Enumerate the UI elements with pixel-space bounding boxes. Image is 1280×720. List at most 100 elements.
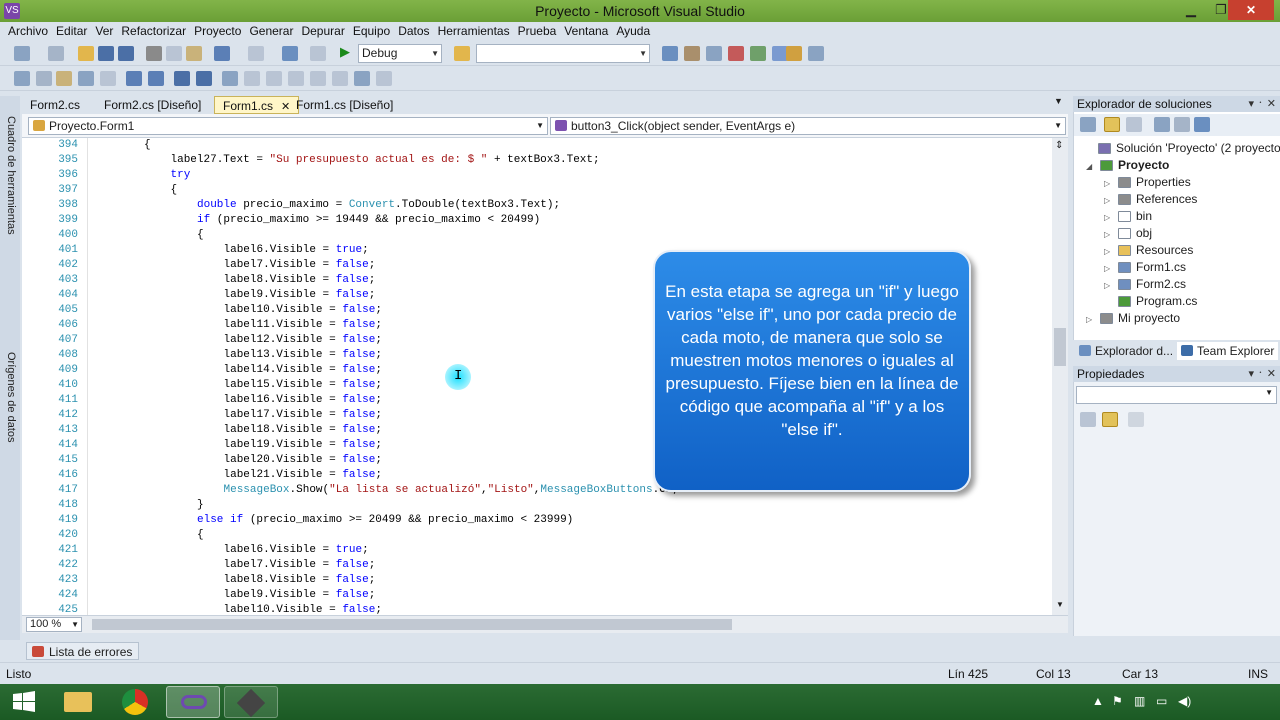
solution-tree-item[interactable]: ▷ Properties (1074, 174, 1279, 191)
class-combo[interactable]: Proyecto.Form1 ▼ (28, 117, 548, 135)
scroll-down-icon[interactable]: ▼ (1056, 600, 1064, 609)
navigate-forward-icon[interactable] (310, 46, 326, 61)
object-members-icon[interactable] (14, 71, 30, 86)
layout-icon[interactable] (808, 46, 824, 61)
solution-tree-item[interactable]: ▷ References (1074, 191, 1279, 208)
team-explorer-tab[interactable]: Team Explorer (1177, 342, 1279, 360)
find-combo[interactable]: ▼ (476, 44, 650, 63)
tree-expander-icon[interactable]: ▷ (1104, 175, 1110, 192)
word-completion-icon[interactable] (78, 71, 94, 86)
horizontal-scroll-thumb[interactable] (92, 619, 732, 630)
menu-item[interactable]: Archivo (4, 22, 52, 41)
editor-tab[interactable]: Form2.cs (22, 96, 88, 114)
clear-bookmarks-icon[interactable] (376, 71, 392, 86)
datasources-tab[interactable]: Orígenes de datos (3, 352, 17, 443)
solution-config-select[interactable]: Debug ▼ (358, 44, 442, 63)
collapse-all-icon[interactable] (1154, 117, 1170, 132)
comment-lines-icon[interactable] (174, 71, 190, 86)
toolbox-tab[interactable]: Cuadro de herramientas (3, 116, 17, 235)
menu-item[interactable]: Ventana (560, 22, 612, 41)
error-list-tab[interactable]: Lista de errores (26, 642, 140, 660)
tray-flag-icon[interactable]: ⚑ (1112, 694, 1123, 708)
tree-expander-icon[interactable]: ▷ (1104, 260, 1110, 277)
solution-tree-item[interactable]: ▷ bin (1074, 208, 1279, 225)
member-combo[interactable]: button3_Click(object sender, EventArgs e… (550, 117, 1066, 135)
tree-expander-icon[interactable]: ▷ (1104, 209, 1110, 226)
menu-item[interactable]: Generar (245, 22, 297, 41)
complete-word-icon[interactable] (100, 71, 116, 86)
menu-item[interactable]: Proyecto (190, 22, 245, 41)
panel-pin-icons[interactable]: ▾ ᛫ ✕ (1249, 96, 1276, 112)
tree-expander-icon[interactable]: ▷ (1086, 311, 1092, 328)
bookmark-icon[interactable] (222, 71, 238, 86)
parameter-info-icon[interactable] (36, 71, 52, 86)
preview-icon[interactable] (1194, 117, 1210, 132)
solution-tree-item[interactable]: ▷ Resources (1074, 242, 1279, 259)
solution-tree-item[interactable]: ▷ Form2.cs (1074, 276, 1279, 293)
editor-tab[interactable]: Form2.cs [Diseño] (96, 96, 209, 114)
menu-item[interactable]: Editar (52, 22, 91, 41)
solution-explorer-tab[interactable]: Explorador d... (1075, 342, 1177, 360)
menu-item[interactable]: Herramientas (434, 22, 514, 41)
next-bookmark-folder-icon[interactable] (310, 71, 326, 86)
solution-tree-item[interactable]: ▷ obj (1074, 225, 1279, 242)
tree-expander-icon[interactable]: ◢ (1086, 158, 1092, 175)
open-folder-icon[interactable] (78, 46, 94, 61)
panel-pin-icons[interactable]: ▾ ᛫ ✕ (1249, 366, 1276, 382)
property-pages-icon[interactable] (1128, 412, 1144, 427)
toolbox-icon[interactable] (728, 46, 744, 61)
tree-expander-icon[interactable]: ▷ (1104, 192, 1110, 209)
new-project-icon[interactable] (14, 46, 30, 61)
vertical-scroll-thumb[interactable] (1054, 328, 1066, 366)
object-browser-icon[interactable] (706, 46, 722, 61)
menu-item[interactable]: Refactorizar (117, 22, 190, 41)
editor-tab[interactable]: Form1.cs [Diseño] (288, 96, 401, 114)
properties-window-icon[interactable] (684, 46, 700, 61)
redo-icon[interactable] (248, 46, 264, 61)
team-icon[interactable] (786, 46, 802, 61)
find-in-files-icon[interactable] (454, 46, 470, 61)
solution-tree-item[interactable]: Solución 'Proyecto' (2 proyectos) (1074, 140, 1280, 157)
tray-network-icon[interactable]: ▥ (1134, 694, 1145, 708)
editor-tab[interactable]: Form1.cs ✕ (214, 96, 300, 114)
split-icon[interactable]: ⇕ (1055, 140, 1063, 151)
tray-battery-icon[interactable]: ▭ (1156, 694, 1167, 708)
tray-volume-icon[interactable]: ◀) (1178, 694, 1191, 708)
menu-item[interactable]: Prueba (514, 22, 561, 41)
zoom-select[interactable]: 100 % ▼ (26, 617, 82, 632)
categorized-icon[interactable] (1080, 412, 1096, 427)
extension-manager-icon[interactable] (750, 46, 766, 61)
undo-icon[interactable] (214, 46, 230, 61)
solution-tree-item[interactable]: ◢ Proyecto (1074, 157, 1279, 174)
tree-expander-icon[interactable]: ▷ (1104, 226, 1110, 243)
visual-studio-taskbar-icon[interactable] (166, 686, 220, 718)
decrease-indent-icon[interactable] (126, 71, 142, 86)
properties-object-select[interactable]: ▼ (1076, 386, 1277, 404)
menu-item[interactable]: Ver (91, 22, 117, 41)
minimize-button[interactable]: ▁ (1176, 0, 1206, 20)
copy-icon[interactable] (166, 46, 182, 61)
properties-icon[interactable] (1174, 117, 1190, 132)
file-explorer-icon[interactable] (52, 686, 106, 718)
windows-start-icon[interactable] (4, 686, 44, 718)
cut-icon[interactable] (146, 46, 162, 61)
chrome-icon[interactable] (110, 686, 164, 718)
navigate-back-icon[interactable] (282, 46, 298, 61)
vertical-scrollbar[interactable]: ⇕ ▼ (1052, 138, 1068, 615)
increase-indent-icon[interactable] (148, 71, 164, 86)
paste-icon[interactable] (186, 46, 202, 61)
horizontal-scrollbar[interactable]: 100 % ▼ (22, 615, 1068, 633)
save-all-icon[interactable] (118, 46, 134, 61)
show-all-files-icon[interactable] (1104, 117, 1120, 132)
tree-expander-icon[interactable]: ▷ (1104, 243, 1110, 260)
quick-info-icon[interactable] (56, 71, 72, 86)
close-button[interactable]: ✕ (1228, 0, 1274, 20)
add-item-icon[interactable] (48, 46, 64, 61)
prev-bookmark-folder-icon[interactable] (288, 71, 304, 86)
menu-item[interactable]: Ayuda (612, 22, 654, 41)
save-icon[interactable] (98, 46, 114, 61)
menu-item[interactable]: Depurar (297, 22, 348, 41)
prev-bookmark-doc-icon[interactable] (332, 71, 348, 86)
refresh-icon[interactable] (1126, 117, 1142, 132)
prev-bookmark-icon[interactable] (244, 71, 260, 86)
